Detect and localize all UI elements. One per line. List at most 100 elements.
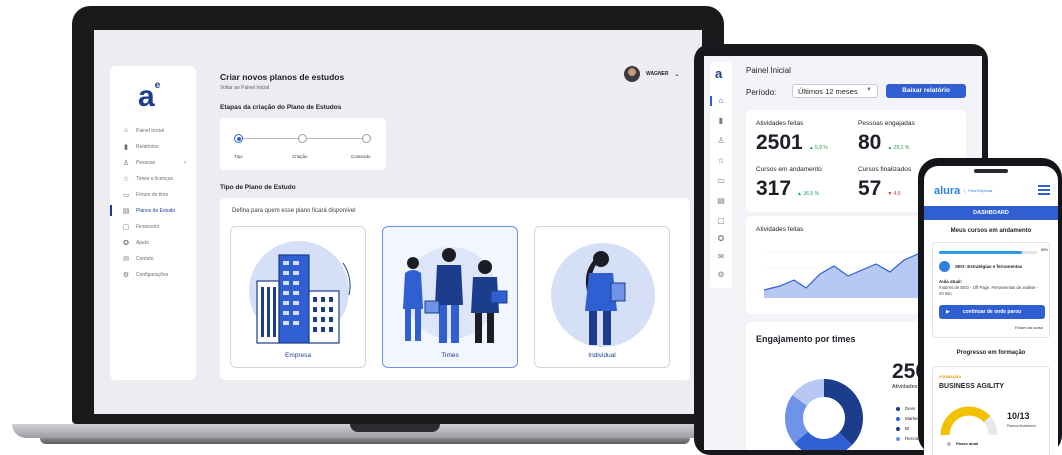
download-report-button[interactable]: Baixar relatório bbox=[886, 84, 966, 98]
stat-delta: ▼ 4,6 bbox=[887, 191, 901, 197]
plan-card-label: Individual bbox=[588, 352, 616, 359]
chevron-down-icon: ⌄ bbox=[674, 71, 680, 78]
step-label-criacao: Criação bbox=[292, 154, 308, 159]
hamburger-menu-icon[interactable] bbox=[1038, 185, 1050, 197]
sidebar-item-financeiro[interactable]: ▢ Financeiro bbox=[110, 220, 196, 233]
step-dot-conteudo bbox=[362, 134, 371, 143]
bar-chart-icon[interactable]: ▮ bbox=[710, 116, 732, 125]
stat-value: 80 bbox=[858, 131, 882, 154]
star-icon: ☆ bbox=[122, 175, 130, 183]
tablet-page-title: Painel Inicial bbox=[746, 66, 791, 75]
sidebar-item-label: Relatórios bbox=[136, 143, 159, 150]
gear-icon: ⚙ bbox=[122, 271, 130, 279]
avatar bbox=[624, 66, 640, 82]
legend-item: Devs bbox=[896, 406, 915, 411]
back-link[interactable]: Voltar ao Painel Inicial bbox=[220, 85, 269, 91]
step-label-conteudo: Conteúdo bbox=[351, 154, 371, 159]
step-dot-tipo bbox=[234, 134, 243, 143]
plan-type-hint: Defina para quem esse plano ficará dispo… bbox=[232, 208, 356, 214]
course-forum-link[interactable]: Fórum do curso bbox=[1015, 325, 1043, 330]
finance-icon[interactable]: ▢ bbox=[710, 216, 732, 225]
people-icon[interactable]: ♙ bbox=[710, 136, 732, 145]
course-progress-percent: 85% bbox=[1041, 248, 1049, 252]
plan-card-individual[interactable]: Individual bbox=[534, 226, 670, 368]
chevron-right-icon: › bbox=[184, 159, 186, 166]
sidebar-item-label: Contato bbox=[136, 255, 154, 262]
period-select[interactable]: Últimos 12 meses ▼ bbox=[792, 84, 878, 98]
plan-type-title: Tipo de Plano de Estudo bbox=[220, 184, 296, 191]
tablet-logo[interactable]: a bbox=[715, 66, 722, 81]
stat-label: Atividades feitas bbox=[756, 120, 804, 127]
legend-item: BI bbox=[896, 426, 909, 431]
sidebar-item-label: Pessoas bbox=[136, 159, 156, 166]
course-icon bbox=[939, 261, 950, 272]
engagement-subtitle: Atividades bbox=[892, 384, 918, 390]
team-illustration bbox=[403, 247, 508, 343]
continue-button[interactable]: ▶ continuar de onde parou bbox=[939, 305, 1045, 319]
star-icon[interactable]: ☆ bbox=[710, 156, 732, 165]
bar-chart-icon: ▮ bbox=[124, 143, 128, 151]
forum-icon[interactable]: ▭ bbox=[710, 176, 732, 185]
finance-icon: ▢ bbox=[122, 223, 130, 231]
tablet-nav-rail: a ⌂ ▮ ♙ ☆ ▭ ▤ ▢ ✪ ✉ ⚙ bbox=[710, 62, 732, 288]
engagement-title: Engajamento por times bbox=[756, 334, 856, 344]
laptop-screen: ae ⌂ Painel Inicial ▮ Relatórios ♙ Pessoas › ☆ T… bbox=[94, 30, 702, 414]
formation-name: BUSINESS AGILITY bbox=[939, 383, 1005, 390]
stat-delta: ▲ 25,1 % bbox=[887, 145, 910, 151]
stat-engaged: Pessoas engajadas 80 ▲ 25,1 % bbox=[858, 120, 962, 155]
mail-icon[interactable]: ✉ bbox=[710, 252, 732, 261]
user-name: WAGNER bbox=[646, 71, 669, 77]
sidebar-item-relat-rios[interactable]: ▮ Relatórios bbox=[110, 140, 196, 153]
document-icon: ▤ bbox=[122, 207, 130, 215]
gear-icon[interactable]: ⚙ bbox=[710, 270, 732, 279]
page-title: Criar novos planos de estudos bbox=[220, 72, 345, 82]
sidebar-item-label: Planos de Estudo bbox=[136, 207, 176, 214]
document-icon[interactable]: ▤ bbox=[710, 196, 732, 205]
sidebar-item-label: Ajuda bbox=[136, 239, 149, 246]
sidebar-item-painel-inicial[interactable]: ⌂ Painel Inicial bbox=[110, 124, 196, 137]
phone-header: alura Para Empresas bbox=[924, 176, 1058, 206]
help-icon: ✪ bbox=[123, 239, 129, 247]
plan-card-empresa[interactable]: Empresa bbox=[230, 226, 366, 368]
laptop-notch bbox=[350, 424, 440, 432]
formation-gauge bbox=[940, 406, 998, 436]
plan-card-times[interactable]: Times bbox=[382, 226, 518, 368]
sidebar-item-ajuda[interactable]: ✪ Ajuda bbox=[110, 236, 196, 249]
sidebar-item-contato[interactable]: ✉ Contato bbox=[110, 252, 196, 265]
mail-icon: ✉ bbox=[123, 255, 129, 263]
sidebar-item-label: Fórum do time bbox=[136, 191, 169, 198]
step-dot-criacao bbox=[298, 134, 307, 143]
alura-logo[interactable]: alura bbox=[934, 185, 960, 197]
sidebar-item-label: Configurações bbox=[136, 271, 169, 278]
sidebar-item-pessoas[interactable]: ♙ Pessoas › bbox=[110, 156, 196, 169]
steps-panel: Tipo Criação Conteúdo bbox=[220, 118, 386, 170]
stat-activities: Atividades feitas 2501 ▲ 5,9 % bbox=[756, 120, 860, 155]
help-icon[interactable]: ✪ bbox=[710, 234, 732, 243]
formation-card: FORMAÇÃO BUSINESS AGILITY 10/13 Passos f… bbox=[932, 366, 1050, 455]
people-icon: ♙ bbox=[122, 159, 130, 167]
stat-value: 317 bbox=[756, 177, 792, 200]
laptop-logo[interactable]: ae bbox=[138, 80, 160, 114]
home-icon[interactable]: ⌂ bbox=[710, 96, 732, 106]
my-courses-title: Meus cursos em andamento bbox=[950, 228, 1032, 234]
sidebar-item-times-e-licen-as[interactable]: ☆ Times e licenças bbox=[110, 172, 196, 185]
sidebar-item-planos-de-estudo[interactable]: ▤ Planos de Estudo bbox=[110, 204, 196, 217]
stat-label: Pessoas engajadas bbox=[858, 120, 915, 127]
continue-button-label: continuar de onde parou bbox=[962, 309, 1022, 315]
user-menu[interactable]: WAGNER ⌄ bbox=[624, 66, 680, 82]
laptop-sidebar: ae ⌂ Painel Inicial ▮ Relatórios ♙ Pessoas › ☆ T… bbox=[110, 66, 196, 380]
sidebar-item-configura-es[interactable]: ⚙ Configurações bbox=[110, 268, 196, 281]
sidebar-item-label: Financeiro bbox=[136, 223, 160, 230]
steps-title: Etapas da criação do Plano de Estudos bbox=[220, 104, 342, 111]
sidebar-item-f-rum-do-time[interactable]: ▭ Fórum do time bbox=[110, 188, 196, 201]
period-select-value: Últimos 12 meses bbox=[798, 87, 858, 96]
stat-label: Cursos em andamento bbox=[756, 166, 822, 173]
laptop-base-edge bbox=[40, 438, 690, 444]
phone-screen: alura Para Empresas DASHBOARD Meus curso… bbox=[924, 166, 1058, 455]
dashboard-bar[interactable]: DASHBOARD bbox=[924, 206, 1058, 220]
stat-value: 2501 bbox=[756, 131, 803, 154]
sidebar-item-label: Painel Inicial bbox=[136, 127, 165, 134]
stat-courses-in-progress: Cursos em andamento 317 ▲ 36,5 % bbox=[756, 166, 860, 201]
play-icon: ▶ bbox=[946, 309, 950, 315]
devices-mockup: ae ⌂ Painel Inicial ▮ Relatórios ♙ Pessoas › ☆ T… bbox=[0, 0, 1062, 455]
